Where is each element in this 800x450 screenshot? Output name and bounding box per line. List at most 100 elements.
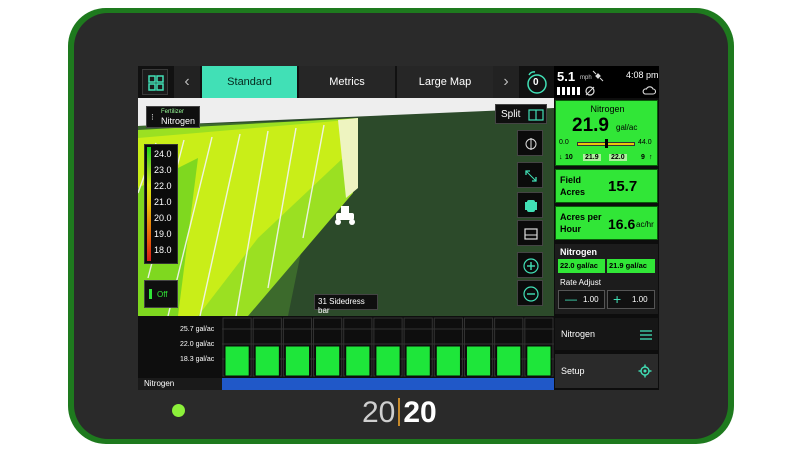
setup-button[interactable]: Setup	[555, 354, 658, 388]
implement-name: 31 Sidedress bar	[318, 297, 365, 315]
nitrogen-control-box: Nitrogen 22.0 gal/ac 21.9 gal/ac Rate Ad…	[555, 244, 658, 314]
alert-count: 0	[533, 77, 539, 88]
acres-per-hour-label-2: Hour	[560, 224, 581, 234]
row-rate-bar	[496, 345, 522, 377]
cloud-icon	[642, 86, 656, 95]
expand-button[interactable]	[517, 162, 543, 188]
satellite-icon	[592, 70, 604, 82]
implement-label: 31 Sidedress bar	[314, 294, 378, 315]
gear-icon	[638, 364, 652, 378]
zoom-out-button[interactable]	[517, 280, 543, 306]
rate-min: 0.0	[559, 139, 569, 146]
clock-time: 4:08 pm	[626, 70, 659, 80]
brand-logo: 20 20	[362, 396, 437, 429]
field-map	[138, 98, 554, 316]
product-menu-button[interactable]: Nitrogen	[555, 318, 658, 350]
chevron-left-icon[interactable]: ‹	[174, 66, 200, 98]
nitrogen-title: Nitrogen	[560, 247, 597, 257]
tab-metrics[interactable]: Metrics	[298, 66, 395, 98]
zoom-in-button[interactable]	[517, 252, 543, 278]
product-menu-label: Nitrogen	[561, 329, 596, 339]
top-bar: ‹ Standard Metrics Large Map › 0	[138, 66, 554, 98]
grid-icon	[148, 75, 164, 91]
rate-display[interactable]: Nitrogen 21.9 gal/ac 0.0 44.0 ↓ 10 21.9 …	[555, 100, 658, 166]
coverage-toggle[interactable]: Off	[144, 280, 178, 308]
legend-value: 23.0	[154, 165, 172, 175]
acres-per-hour-label: Acres per	[560, 212, 602, 222]
rate-detail-row: ↓ 10 21.9 22.0 9 ↑	[556, 153, 659, 165]
toggle-label: Off	[157, 290, 168, 299]
right-panel: Nitrogen 21.9 gal/ac 0.0 44.0 ↓ 10 21.9 …	[554, 98, 659, 390]
map-view[interactable]: ⁝ Fertilizer Nitrogen Split 31 Sidedress…	[138, 98, 554, 316]
field-acres-label-2: Acres	[560, 187, 586, 197]
rate-target-a: 21.9	[583, 154, 601, 161]
row-rate-bars: 25.7 gal/ac 22.0 gal/ac 18.3 gal/ac	[138, 316, 554, 378]
rate-gauge-marker	[605, 139, 608, 148]
speed-value: 5.1	[557, 69, 576, 84]
row-rate-bar	[345, 345, 371, 377]
vehicle-icon	[525, 200, 537, 212]
product-name: Nitrogen	[161, 116, 196, 126]
product-selector[interactable]: ⁝ Fertilizer Nitrogen	[146, 106, 200, 128]
chevron-right-icon[interactable]: ›	[493, 66, 519, 98]
arrow-down-icon: ↓	[559, 154, 563, 161]
row-rate-bar	[315, 345, 341, 377]
rate-title: Nitrogen	[590, 104, 625, 114]
arrow-up-icon: ↑	[649, 154, 653, 161]
compass-icon	[525, 138, 537, 150]
toggle-icon	[149, 289, 152, 299]
layers-icon	[524, 228, 538, 240]
legend-value: 18.0	[154, 245, 172, 255]
hamburger-menu-icon	[640, 330, 652, 340]
row-rate-bar	[284, 345, 311, 377]
vehicle-view-button[interactable]	[517, 192, 543, 218]
rate-max: 44.0	[638, 139, 652, 146]
expand-icon	[525, 170, 537, 182]
minus-icon: —	[565, 292, 577, 306]
acres-per-hour-box[interactable]: Acres per Hour 16.6 ac/hr	[555, 206, 658, 240]
acres-per-hour-value: 16.6	[608, 216, 636, 232]
rate-legend: 24.0 23.0 22.0 21.0 20.0 19.0 18.0	[144, 144, 178, 264]
row-rate-bar	[375, 345, 401, 377]
increase-value: 1.00	[632, 295, 648, 304]
split-button[interactable]: Split	[495, 104, 547, 124]
split-label: Split	[501, 109, 521, 120]
row-rate-bar	[465, 345, 492, 377]
zoom-in-icon	[523, 258, 539, 274]
rate-increase-button[interactable]: + 1.00	[607, 290, 655, 309]
rows-above: 9	[641, 154, 645, 161]
rate-value: 21.9	[572, 115, 609, 136]
product-category: Fertilizer	[161, 109, 185, 115]
row-rate-bar	[435, 345, 461, 377]
legend-value: 22.0	[154, 181, 172, 191]
boom-sections: Nitrogen	[138, 378, 554, 390]
field-acres-label: Field	[560, 175, 582, 185]
power-led	[172, 404, 185, 417]
rows-below: 10	[565, 154, 573, 161]
zoom-out-icon	[523, 286, 539, 302]
tab-standard[interactable]: Standard	[201, 66, 297, 98]
status-area: 5.1 mph 4:08 pm	[554, 66, 659, 98]
plus-icon: +	[613, 291, 622, 307]
screen: ‹ Standard Metrics Large Map › 0 5.1 mph…	[138, 66, 659, 390]
decrease-value: 1.00	[583, 295, 599, 304]
legend-value: 20.0	[154, 213, 172, 223]
gps-status-icon	[585, 86, 595, 96]
compass-button[interactable]	[517, 130, 543, 156]
list-icon: ⁝	[151, 112, 154, 122]
legend-value: 24.0	[154, 149, 172, 159]
alerts-button[interactable]: 0	[522, 68, 550, 96]
nitrogen-target-rate[interactable]: 22.0 gal/ac	[558, 259, 605, 273]
layers-button[interactable]	[517, 220, 543, 246]
legend-value: 21.0	[154, 197, 172, 207]
app-grid-button[interactable]	[142, 69, 168, 95]
rate-adjust-label: Rate Adjust	[560, 278, 601, 287]
rate-decrease-button[interactable]: — 1.00	[558, 290, 605, 309]
speed-unit: mph	[580, 75, 592, 81]
nitrogen-actual-rate[interactable]: 21.9 gal/ac	[607, 259, 655, 273]
rate-target-b: 22.0	[609, 154, 627, 161]
boom-label: Nitrogen	[144, 379, 175, 388]
tab-large-map[interactable]: Large Map	[396, 66, 493, 98]
field-acres-box[interactable]: Field Acres 15.7	[555, 169, 658, 203]
row-bars-chart	[222, 317, 554, 377]
